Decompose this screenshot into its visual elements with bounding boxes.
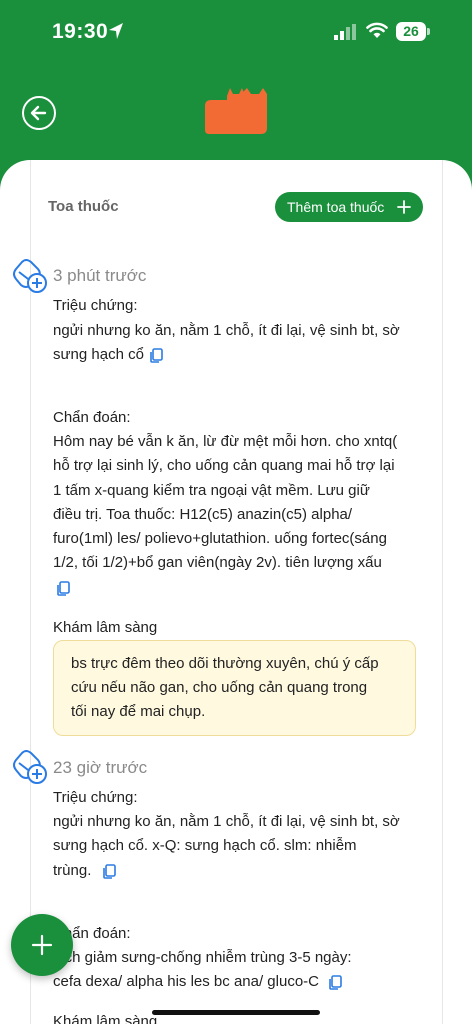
record-time-ago: 23 giờ trước (53, 758, 148, 777)
copy-icon[interactable] (101, 862, 119, 880)
text-line-content: cefa dexa/ alpha his les bc ana/ gluco-C (53, 973, 319, 991)
text-line: ngửi nhưng ko ăn, nằm 1 chỗ, ít đi lại, … (53, 322, 400, 339)
note-line: cứu nếu não gan, cho uống cản quang tron… (71, 679, 368, 696)
plus-icon (397, 200, 411, 214)
medical-record-icon (13, 750, 47, 784)
app-logo-icon (205, 88, 267, 134)
status-time: 19:30 (52, 20, 109, 43)
exam-note-box: bs trực đêm theo dõi thường xuyên, chú ý… (53, 640, 416, 736)
battery-tip (427, 28, 430, 35)
exam-label: Khám lâm sàng (53, 1013, 158, 1024)
back-arrow-icon (30, 105, 47, 121)
location-arrow-icon (109, 23, 123, 39)
text-line (53, 576, 423, 600)
copy-icon[interactable] (327, 973, 345, 991)
text-line: 1/2, tối 1/2)+bổ gan viên(ngày 2v). tiên… (53, 554, 382, 572)
home-indicator[interactable] (152, 1010, 320, 1015)
symptoms-label: Triệu chứng: (53, 297, 138, 314)
text-line: hỗ trợ lại sinh lý, cho uống cản quang m… (53, 457, 395, 475)
diagnosis-text: kích giảm sưng-chống nhiễm trùng 3-5 ngà… (53, 946, 423, 995)
add-prescription-button[interactable]: Thêm toa thuốc (275, 192, 423, 222)
text-line: cefa dexa/ alpha his les bc ana/ gluco-C (53, 970, 423, 994)
text-line: ngửi nhưng ko ăn, nằm 1 chỗ, ít đi lại, … (53, 813, 400, 830)
text-line: Hôm nay bé vẫn k ăn, lừ đừ mệt mỗi hơn. … (53, 433, 398, 450)
cellular-signal-icon (334, 24, 356, 40)
card-border-right (442, 160, 443, 1024)
text-line: sưng hạch cổ (53, 343, 423, 367)
medical-record-icon (13, 259, 47, 293)
text-line: sưng hạch cổ. x-Q: sưng hạch cổ. slm: nh… (53, 837, 357, 855)
symptoms-text: ngửi nhưng ko ăn, nằm 1 chỗ, ít đi lại, … (53, 810, 423, 883)
text-line-content: sưng hạch cổ (53, 346, 144, 364)
add-record-fab[interactable] (11, 914, 73, 976)
copy-icon[interactable] (148, 346, 166, 364)
text-line: 1 tấm x-quang kiểm tra ngoại vật mềm. Lư… (53, 481, 370, 499)
text-line: điều trị. Toa thuốc: H12(c5) anazin(c5) … (53, 505, 353, 523)
note-line: tối nay để mai chụp. (71, 703, 206, 720)
wifi-icon (366, 22, 388, 38)
copy-icon[interactable] (55, 579, 73, 597)
symptoms-text: ngửi nhưng ko ăn, nằm 1 chỗ, ít đi lại, … (53, 319, 423, 368)
status-bar: 19:30 26 (0, 0, 472, 64)
diagnosis-text: Hôm nay bé vẫn k ăn, lừ đừ mệt mỗi hơn. … (53, 430, 423, 600)
text-line: kích giảm sưng-chống nhiễm trùng 3-5 ngà… (53, 949, 352, 966)
plus-icon (31, 934, 53, 956)
battery-indicator: 26 (396, 22, 426, 41)
section-title: Toa thuốc (48, 198, 119, 215)
exam-label: Khám lâm sàng (53, 619, 158, 636)
text-line-content: trùng. (53, 861, 92, 879)
note-line: bs trực đêm theo dõi thường xuyên, chú ý… (71, 655, 379, 672)
text-line: furo(1ml) les/ polievo+glutathion. uống … (53, 530, 387, 548)
add-prescription-label: Thêm toa thuốc (287, 199, 385, 215)
back-button[interactable] (22, 96, 56, 130)
symptoms-label: Triệu chứng: (53, 789, 138, 806)
text-line: trùng. (53, 859, 423, 883)
record-time-ago: 3 phút trước (53, 266, 147, 285)
diagnosis-label: Chẩn đoán: (53, 409, 131, 426)
